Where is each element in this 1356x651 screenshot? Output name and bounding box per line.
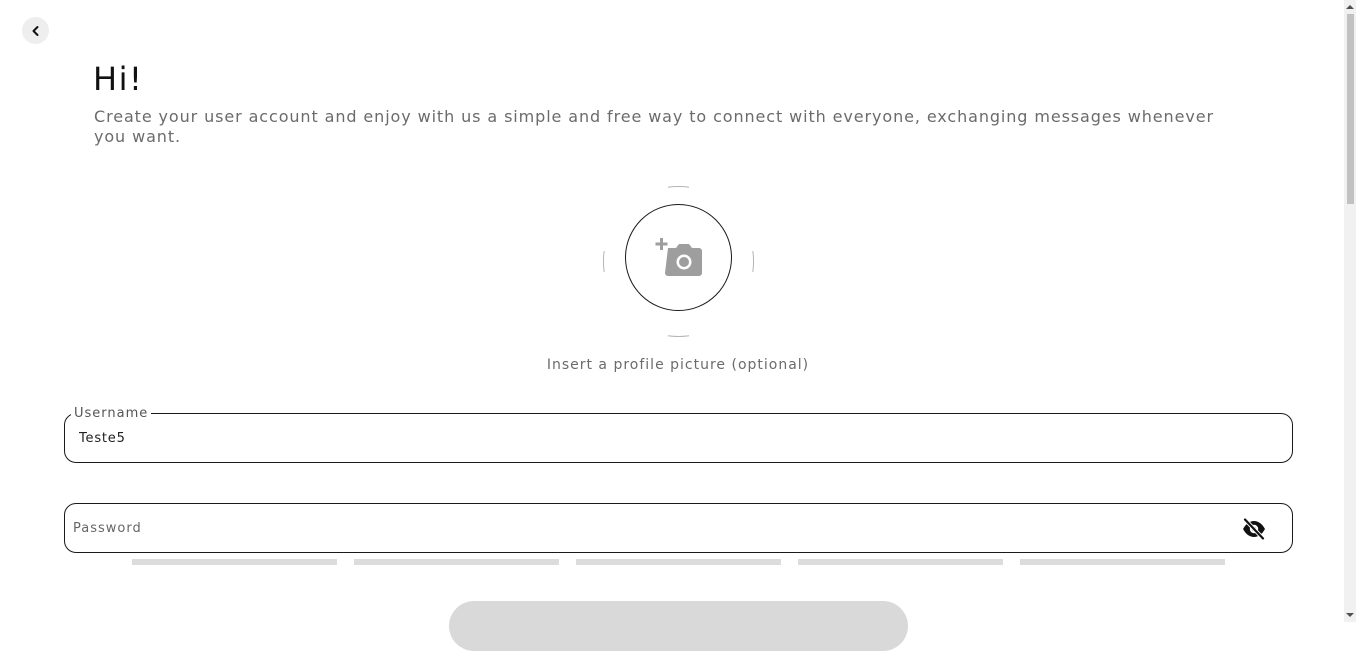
profile-picture-button[interactable]: [625, 204, 732, 311]
add-photo-icon: [655, 237, 702, 276]
back-button[interactable]: [22, 17, 49, 44]
page-scrollbar[interactable]: [1344, 0, 1356, 622]
password-strength-segment: [132, 559, 337, 565]
scroll-up-arrow-icon[interactable]: [1344, 1, 1356, 13]
username-field[interactable]: Username: [64, 406, 1293, 463]
password-strength-segment: [354, 559, 559, 565]
password-input[interactable]: [73, 504, 1223, 552]
username-input[interactable]: [79, 414, 1229, 462]
password-field[interactable]: [64, 503, 1293, 553]
password-strength-segment: [798, 559, 1003, 565]
password-strength-segment: [1020, 559, 1225, 565]
page-subtitle: Create your user account and enjoy with …: [94, 107, 1214, 146]
page-title: Hi!: [93, 60, 144, 98]
toggle-password-visibility-button[interactable]: [1242, 518, 1266, 540]
create-account-button[interactable]: [449, 601, 908, 651]
scroll-down-arrow-icon[interactable]: [1344, 609, 1356, 621]
chevron-left-icon: [32, 25, 38, 36]
profile-picture-caption: Insert a profile picture (optional): [546, 357, 810, 373]
password-strength-segment: [576, 559, 781, 565]
scrollbar-thumb[interactable]: [1347, 14, 1354, 204]
eye-off-icon: [1243, 518, 1265, 540]
